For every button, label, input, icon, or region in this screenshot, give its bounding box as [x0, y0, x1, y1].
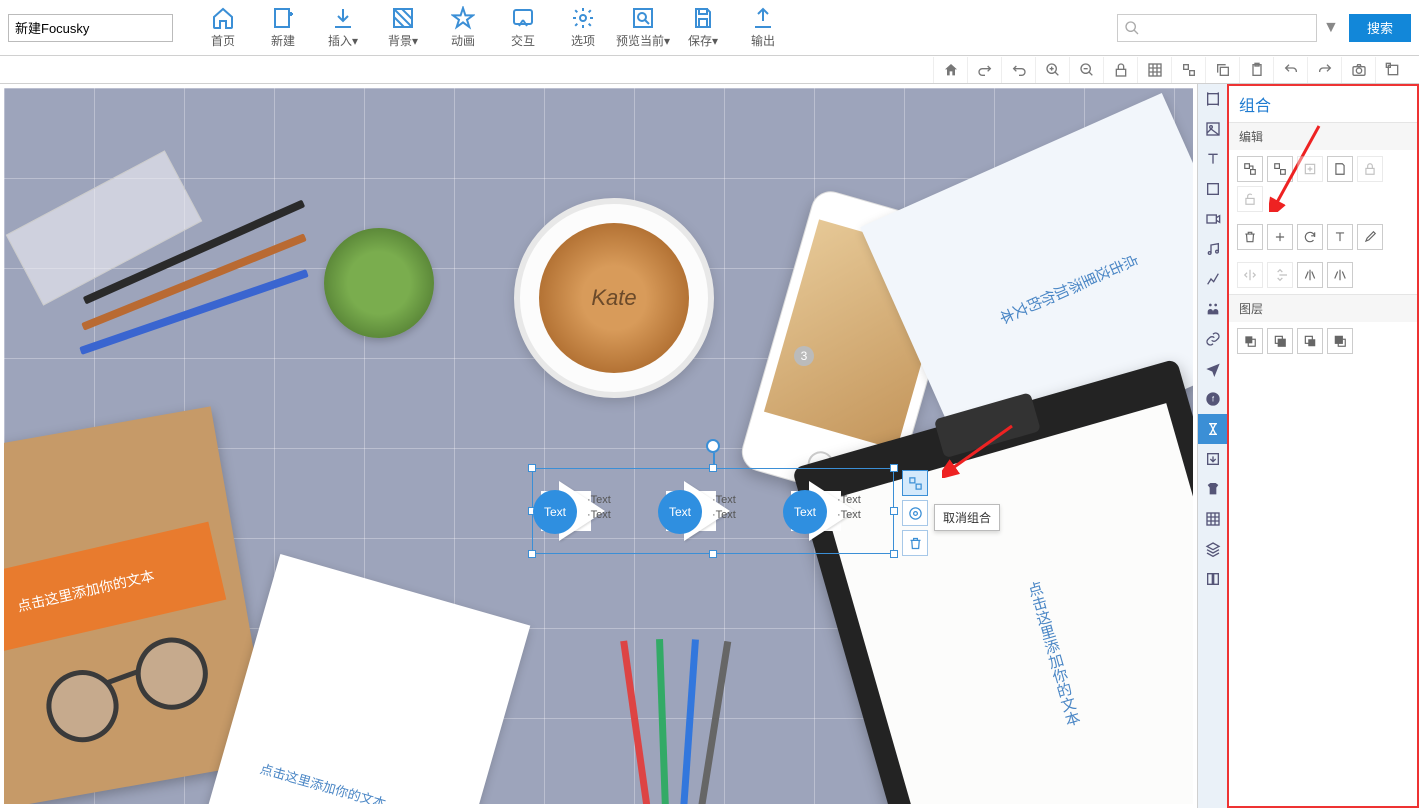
- search-button[interactable]: 搜索: [1349, 14, 1411, 42]
- edit-group-button[interactable]: [1297, 156, 1323, 182]
- vtool-plane-icon[interactable]: [1198, 354, 1227, 384]
- vtool-music-icon[interactable]: [1198, 234, 1227, 264]
- document-title-input[interactable]: [8, 14, 173, 42]
- resize-handle-b[interactable]: [709, 550, 717, 558]
- vtool-shape-icon[interactable]: [1198, 174, 1227, 204]
- panel-title: 组合: [1229, 86, 1417, 122]
- lock-icon[interactable]: [1103, 57, 1137, 83]
- brush-button[interactable]: [1357, 224, 1383, 250]
- sub-toolbar: [0, 56, 1419, 84]
- vtool-layers-icon[interactable]: [1198, 534, 1227, 564]
- group-button[interactable]: [1237, 156, 1263, 182]
- unlock-button[interactable]: [1237, 186, 1263, 212]
- bring-forward-button[interactable]: [1267, 328, 1293, 354]
- new-button[interactable]: 新建: [253, 3, 313, 53]
- ungroup-float-button[interactable]: [902, 470, 928, 496]
- preview-button[interactable]: 预览当前▾: [613, 3, 673, 53]
- vtool-tshirt-icon[interactable]: [1198, 474, 1227, 504]
- main-toolbar: 首页 新建 插入▾ 背景▾ 动画 交互 选项 预览当前▾ 保存▾ 输出 ▼ 搜索: [0, 0, 1419, 56]
- animation-button[interactable]: 动画: [433, 3, 493, 53]
- vtool-frame-icon[interactable]: [1198, 84, 1227, 114]
- align-icon[interactable]: [1171, 57, 1205, 83]
- pencil-cup-prop: [644, 639, 704, 808]
- delete-button[interactable]: [1237, 224, 1263, 250]
- rotate-handle[interactable]: [706, 439, 720, 453]
- right-panel: 组合 编辑: [1227, 84, 1419, 808]
- vtool-link-icon[interactable]: [1198, 324, 1227, 354]
- selected-group[interactable]: Text·Text·Text Text·Text·Text Text·Text·…: [532, 468, 894, 554]
- vtool-video-icon[interactable]: [1198, 204, 1227, 234]
- vtool-book-icon[interactable]: [1198, 564, 1227, 594]
- canvas-area[interactable]: Kate 点击这里添加你的文本 3 点击这里添加你的文本 点击这里添加你的文本 …: [0, 84, 1197, 808]
- vtool-people-icon[interactable]: [1198, 294, 1227, 324]
- search-dropdown[interactable]: ▼: [1323, 19, 1343, 37]
- text-tool-button[interactable]: [1327, 224, 1353, 250]
- vtool-image-icon[interactable]: [1198, 114, 1227, 144]
- layer-section-title: 图层: [1229, 295, 1417, 322]
- resize-handle-bl[interactable]: [528, 550, 536, 558]
- resize-handle-t[interactable]: [709, 464, 717, 472]
- flip-horizontal-icon[interactable]: [1297, 262, 1323, 288]
- resize-handle-tl[interactable]: [528, 464, 536, 472]
- vtool-flash-icon[interactable]: f: [1198, 384, 1227, 414]
- undo2-icon[interactable]: [1273, 57, 1307, 83]
- background-button[interactable]: 背景▾: [373, 3, 433, 53]
- delete-float-button[interactable]: [902, 530, 928, 556]
- grid-icon[interactable]: [1137, 57, 1171, 83]
- bring-front-button[interactable]: [1237, 328, 1263, 354]
- ungroup-tooltip: 取消组合: [934, 504, 1000, 531]
- flip-vertical-icon[interactable]: [1327, 262, 1353, 288]
- fullscreen-icon[interactable]: [1375, 57, 1409, 83]
- zoom-out-icon[interactable]: [1069, 57, 1103, 83]
- paste-icon[interactable]: [1239, 57, 1273, 83]
- send-backward-button[interactable]: [1297, 328, 1323, 354]
- redo-icon[interactable]: [967, 57, 1001, 83]
- send-back-button[interactable]: [1327, 328, 1353, 354]
- ungroup-button[interactable]: [1267, 156, 1293, 182]
- page-badge: 3: [794, 346, 814, 366]
- copy-icon[interactable]: [1205, 57, 1239, 83]
- pencils-prop: [74, 238, 334, 358]
- options-button[interactable]: 选项: [553, 3, 613, 53]
- home-button[interactable]: 首页: [193, 3, 253, 53]
- redo2-icon[interactable]: [1307, 57, 1341, 83]
- lock-button[interactable]: [1357, 156, 1383, 182]
- flip-v-button[interactable]: [1267, 262, 1293, 288]
- vtool-formula-icon[interactable]: [1198, 414, 1227, 444]
- flip-h-button[interactable]: [1237, 262, 1263, 288]
- vertical-toolbar: f: [1197, 84, 1227, 808]
- resize-handle-tr[interactable]: [890, 464, 898, 472]
- cactus-prop: [324, 228, 434, 338]
- add-button[interactable]: [1267, 224, 1293, 250]
- group-item-3[interactable]: Text·Text·Text: [783, 477, 903, 547]
- vtool-table-icon[interactable]: [1198, 504, 1227, 534]
- insert-button[interactable]: 插入▾: [313, 3, 373, 53]
- vtool-text-icon[interactable]: [1198, 144, 1227, 174]
- floating-action-icons: [902, 470, 928, 556]
- search-icon: [1124, 20, 1140, 36]
- camera-icon[interactable]: [1341, 57, 1375, 83]
- sub-home-icon[interactable]: [933, 57, 967, 83]
- group-item-2[interactable]: Text·Text·Text: [658, 477, 778, 547]
- undo-icon[interactable]: [1001, 57, 1035, 83]
- settings-float-button[interactable]: [902, 500, 928, 526]
- export-button[interactable]: 输出: [733, 3, 793, 53]
- group-item-1[interactable]: Text·Text·Text: [533, 477, 653, 547]
- save-button[interactable]: 保存▾: [673, 3, 733, 53]
- save-group-button[interactable]: [1327, 156, 1353, 182]
- coffee-cup-prop: Kate: [514, 198, 714, 398]
- search-box[interactable]: [1117, 14, 1317, 42]
- zoom-in-icon[interactable]: [1035, 57, 1069, 83]
- resize-handle-br[interactable]: [890, 550, 898, 558]
- vtool-export-icon[interactable]: [1198, 444, 1227, 474]
- edit-section-title: 编辑: [1229, 123, 1417, 150]
- rotate-button[interactable]: [1297, 224, 1323, 250]
- interact-button[interactable]: 交互: [493, 3, 553, 53]
- vtool-chart-icon[interactable]: [1198, 264, 1227, 294]
